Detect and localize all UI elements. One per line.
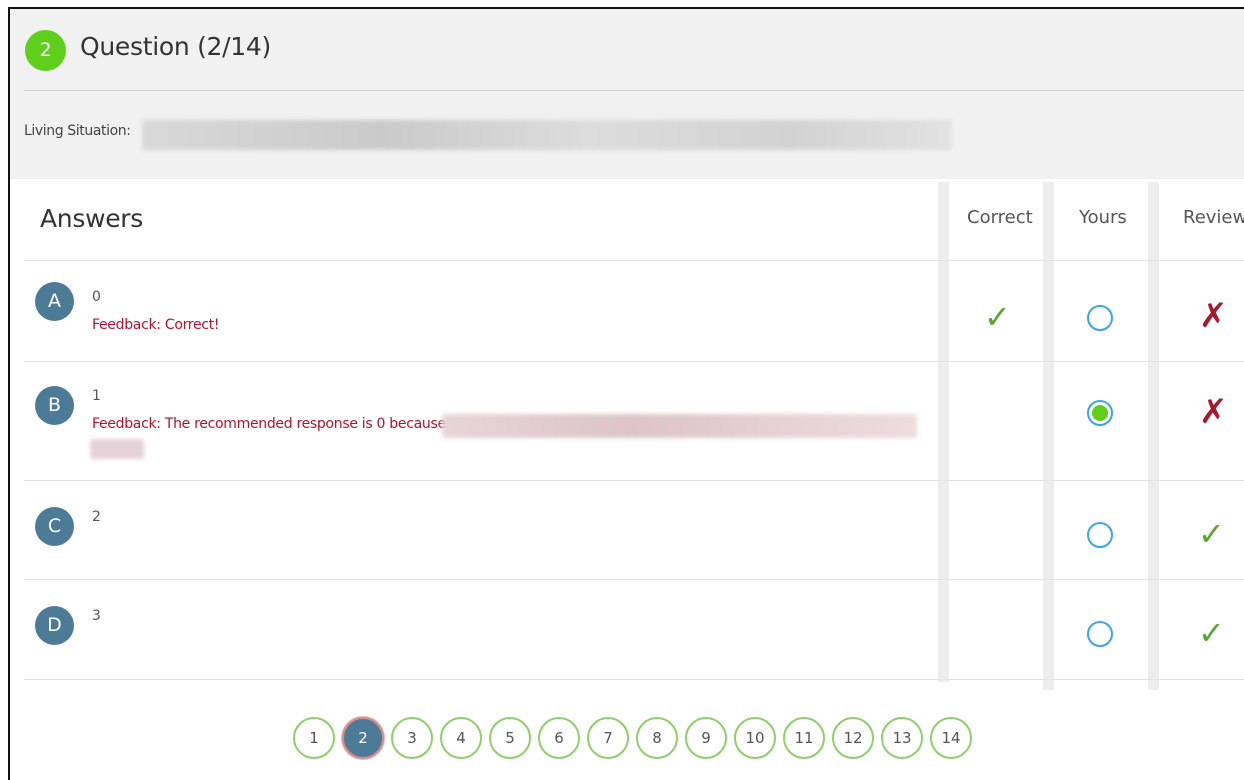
answer-letter-badge: A	[35, 282, 74, 321]
column-header-review: Review	[1183, 207, 1244, 228]
answer-value: 1	[92, 388, 101, 404]
page-button-5[interactable]: 5	[489, 717, 531, 759]
column-header-yours: Yours	[1079, 207, 1127, 228]
answer-letter-badge: D	[35, 606, 74, 645]
answer-feedback: Feedback: Correct!	[92, 317, 219, 333]
page-button-11[interactable]: 11	[783, 717, 825, 759]
your-answer-radio	[1087, 621, 1113, 647]
question-header: 2 Question (2/14) Living Situation:	[10, 9, 1244, 179]
living-situation-label: Living Situation:	[24, 123, 131, 139]
your-answer-radio-selected	[1087, 400, 1113, 426]
row-divider	[24, 480, 1244, 481]
page-button-14[interactable]: 14	[930, 717, 972, 759]
redacted-feedback-text	[90, 439, 144, 459]
row-divider	[24, 260, 1244, 261]
question-title: Question (2/14)	[80, 32, 271, 61]
feedback-text: Correct!	[164, 317, 220, 333]
your-answer-radio	[1087, 305, 1113, 331]
answers-heading: Answers	[40, 204, 144, 233]
your-answer-radio	[1087, 522, 1113, 548]
redacted-feedback-text	[442, 414, 917, 438]
answer-value: 2	[92, 509, 101, 525]
correct-check-icon: ✓	[984, 298, 1011, 336]
feedback-text: The recommended response is 0 because	[164, 416, 446, 432]
answer-value: 3	[92, 608, 101, 624]
answer-letter-badge: B	[35, 386, 74, 425]
page-button-7[interactable]: 7	[587, 717, 629, 759]
column-separator	[1043, 182, 1054, 690]
redacted-question-text	[142, 120, 952, 150]
page-button-12[interactable]: 12	[832, 717, 874, 759]
feedback-label: Feedback:	[92, 416, 161, 432]
page-button-1[interactable]: 1	[293, 717, 335, 759]
question-number-badge: 2	[25, 30, 66, 71]
page-button-6[interactable]: 6	[538, 717, 580, 759]
review-correct-check-icon: ✓	[1198, 614, 1225, 652]
answer-feedback: Feedback: The recommended response is 0 …	[92, 416, 446, 432]
answer-value: 0	[92, 289, 101, 305]
page-button-4[interactable]: 4	[440, 717, 482, 759]
review-incorrect-icon: ✗	[1199, 296, 1228, 336]
feedback-label: Feedback:	[92, 317, 161, 333]
page-button-9[interactable]: 9	[685, 717, 727, 759]
page-button-3[interactable]: 3	[391, 717, 433, 759]
row-divider	[24, 361, 1244, 362]
column-separator	[1148, 182, 1159, 690]
answer-letter-badge: C	[35, 507, 74, 546]
page-button-13[interactable]: 13	[881, 717, 923, 759]
page-button-2-current[interactable]: 2	[342, 717, 384, 759]
review-correct-check-icon: ✓	[1198, 515, 1225, 553]
page-button-10[interactable]: 10	[734, 717, 776, 759]
column-header-correct: Correct	[967, 207, 1033, 228]
header-divider	[24, 90, 1244, 91]
question-panel: 2 Question (2/14) Living Situation: Answ…	[8, 7, 1244, 780]
row-divider	[24, 679, 1244, 680]
review-incorrect-icon: ✗	[1199, 392, 1228, 432]
column-separator	[938, 182, 949, 682]
row-divider	[24, 579, 1244, 580]
page-button-8[interactable]: 8	[636, 717, 678, 759]
